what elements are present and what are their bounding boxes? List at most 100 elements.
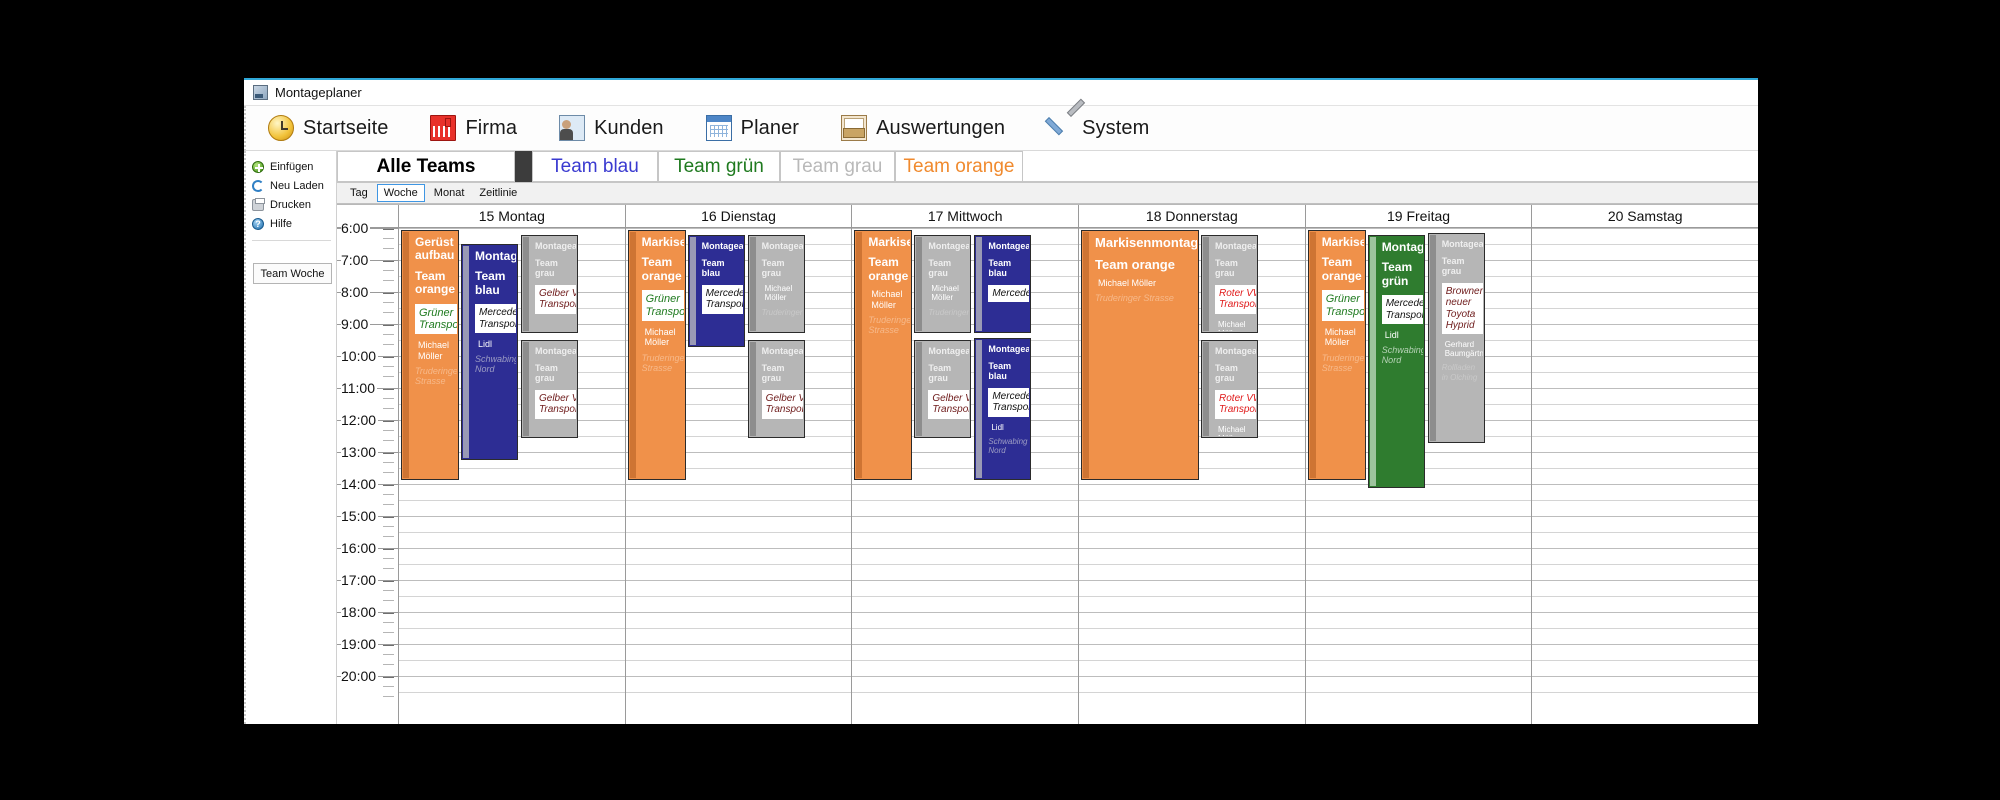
sidebar-divider [252, 240, 331, 241]
tab-alle-teams[interactable]: Alle Teams [337, 151, 515, 182]
sidebar-item-einfügen[interactable]: Einfügen [252, 157, 336, 176]
grid-half-line [852, 500, 1079, 501]
day-column-4[interactable]: Markisenmontage Team orange Grüner VW Tran… [1305, 228, 1533, 724]
calendar-event[interactable]: Montagearbeiten Team grau Michael Möller Tr… [914, 235, 972, 333]
grid-hour-line [625, 548, 852, 549]
team-tab-bar[interactable]: Alle Teams Team blau Team grün Team grau Tea… [337, 151, 1758, 182]
event-title: Markisenmontage [868, 235, 911, 249]
grid-hour-line [1532, 580, 1759, 581]
grid-half-line [399, 660, 625, 661]
grid-hour-line [625, 228, 852, 229]
team-woche-button[interactable]: Team Woche [253, 263, 332, 284]
calendar-event[interactable]: Montagearbeiten Team grau Gelber VW Transp… [521, 235, 578, 333]
event-color-stripe [629, 232, 636, 478]
event-content: Montagearbeiten Team grau Gelber VW Transp… [530, 237, 576, 331]
main-menu-ribbon[interactable]: Startseite Firma Kunden Planer Auswertungen S… [244, 106, 1758, 151]
event-color-stripe [1203, 237, 1210, 331]
day-column-1[interactable]: Markisenmontage Team orange Grüner VW Tran… [625, 228, 853, 724]
tab-team-grün[interactable]: Team grün [658, 151, 780, 182]
tab-team-blau[interactable]: Team blau [532, 151, 658, 182]
event-team: Team blau [475, 269, 506, 297]
grid-hour-line [399, 484, 625, 485]
calendar-grid: 6:00 7:00 8:00 9:00 10:00 11:00 12:00 13:00 14:0… [337, 220, 1759, 724]
calendar-event[interactable]: Montagearbeiten Team grau Roter VW Transpo… [1201, 235, 1259, 333]
sidebar-item-hilfe[interactable]: ? Hilfe [252, 214, 336, 233]
day-column-5[interactable] [1532, 228, 1759, 724]
plus-circle-icon [252, 160, 264, 173]
calendar-event[interactable]: Montagearbeiten Team grau Roter VW Transpo… [1201, 340, 1259, 438]
view-mode-monat[interactable]: Monat [428, 185, 471, 201]
event-person: Michael Möller [1098, 278, 1157, 289]
calendar-event[interactable]: Markisenmontage Team orange Grüner VW Tran… [1307, 230, 1366, 480]
grid-half-line [1532, 308, 1759, 309]
calendar-event[interactable]: Montagearbeiten Team blau Mercedes Transpo… [974, 338, 1032, 480]
event-color-stripe [976, 340, 983, 478]
ribbon-item-startseite[interactable]: Startseite [268, 115, 388, 141]
event-team: Team orange [641, 255, 682, 283]
calendar-event[interactable]: Montagearbeiten Team grau Michael Möller Tr… [747, 235, 805, 333]
quarter-tick [383, 302, 394, 303]
grid-half-line [1532, 500, 1759, 501]
half-hour-tick [383, 440, 394, 441]
calendar-event[interactable]: Markisenmontage Team orange Grüner VW Tran… [627, 230, 686, 480]
ribbon-item-label: Auswertungen [876, 116, 1006, 139]
calendar-event[interactable]: Markisenmontage Team orange Michael Möller… [1081, 230, 1200, 480]
grid-half-line [1079, 692, 1305, 693]
tab-team-orange[interactable]: Team orange [895, 151, 1023, 182]
event-color-stripe [523, 237, 529, 331]
grid-half-line [1532, 660, 1759, 661]
event-content: Montagearbeiten Team grau Roter VW Transpo… [1210, 342, 1257, 436]
day-column-0[interactable]: Gerüst aufbau Team orange Grüner VW Transp… [399, 228, 626, 724]
time-label: 6:00 [341, 220, 371, 236]
grid-half-line [399, 596, 625, 597]
grid-half-line [1532, 628, 1759, 629]
event-content: Montagearbeiten Team grau Browner neuer To… [1437, 235, 1483, 441]
event-color-stripe [1203, 342, 1210, 436]
ribbon-item-planer[interactable]: Planer [705, 115, 799, 141]
calendar-event[interactable]: Montagearbeiten Team grau Gelber VW Transp… [747, 340, 805, 438]
calendar-event[interactable]: Montagearbeiten Team blau Mercedes Transpo… [687, 235, 745, 347]
view-mode-bar[interactable]: Tag Woche Monat Zeitlinie [337, 182, 1758, 204]
quarter-tick [383, 430, 394, 431]
event-team: Team grau [535, 258, 558, 279]
calendar-event[interactable]: Montagearbeiten Team grau Browner neuer To… [1427, 233, 1485, 443]
time-label: 12:00 [341, 412, 379, 428]
event-vehicle: Gelber VW Transporter [761, 390, 803, 419]
hour-tick [383, 357, 394, 358]
hour-tick [383, 677, 394, 678]
sidebar-item-label: Hilfe [270, 217, 293, 230]
sidebar-item-drucken[interactable]: Drucken [252, 195, 336, 214]
view-mode-zeitlinie[interactable]: Zeitlinie [473, 185, 523, 201]
time-label: 13:00 [341, 444, 379, 460]
day-column-2[interactable]: Markisenmontage Team orange Michael Möller… [852, 228, 1080, 724]
calendar-event[interactable]: Montagearbeiten Team blau Mercedes Transpo… [461, 244, 518, 460]
window-body: Einfügen Neu Laden Drucken? Hilfe Team Woch… [244, 151, 1759, 724]
ribbon-item-system[interactable]: System [1047, 115, 1149, 141]
view-mode-woche[interactable]: Woche [376, 184, 425, 202]
calendar-event[interactable]: Gerüst aufbau Team orange Grüner VW Transp… [401, 230, 459, 480]
half-hour-tick [383, 312, 394, 313]
grid-hour-line [1532, 356, 1759, 357]
event-title: Gerüst aufbau [415, 235, 455, 263]
event-team: Team grau [928, 363, 952, 384]
ribbon-item-kunden[interactable]: Kunden [559, 115, 664, 141]
calendar-event[interactable]: Montagearbeiten Team grau Gelber VW Transp… [914, 340, 972, 438]
event-vehicle: Mercedes Transporter [475, 304, 516, 333]
ribbon-item-auswertungen[interactable]: Auswertungen [841, 115, 1005, 141]
calendar-event[interactable]: Montagearbeiten Team grün Mercedes Transpo… [1367, 235, 1425, 488]
tab-team-grau[interactable]: Team grau [780, 151, 895, 182]
calendar-event[interactable]: Montagearbeiten Team blau Mercedes [974, 235, 1032, 333]
sidebar-item-neu-laden[interactable]: Neu Laden [252, 176, 336, 195]
hour-tick [383, 325, 394, 326]
event-content: Montagearbeiten Team grün Mercedes Transpo… [1377, 237, 1423, 486]
view-mode-tag[interactable]: Tag [344, 185, 374, 201]
grid-half-line [1532, 532, 1759, 533]
day-column-3[interactable]: Markisenmontage Team orange Michael Möller… [1079, 228, 1306, 724]
event-vehicle: Grüner VW Transporter [1321, 290, 1364, 321]
event-content: Montagearbeiten Team grau Michael Möller Tr… [923, 237, 969, 331]
grid-hour-line [852, 580, 1079, 581]
grid-half-line [625, 660, 852, 661]
calendar-event[interactable]: Montagearbeiten Team grau Gelber VW Transp… [521, 340, 578, 438]
calendar-event[interactable]: Markisenmontage Team orange Michael Möller… [854, 230, 913, 480]
ribbon-item-firma[interactable]: Firma [430, 115, 517, 141]
